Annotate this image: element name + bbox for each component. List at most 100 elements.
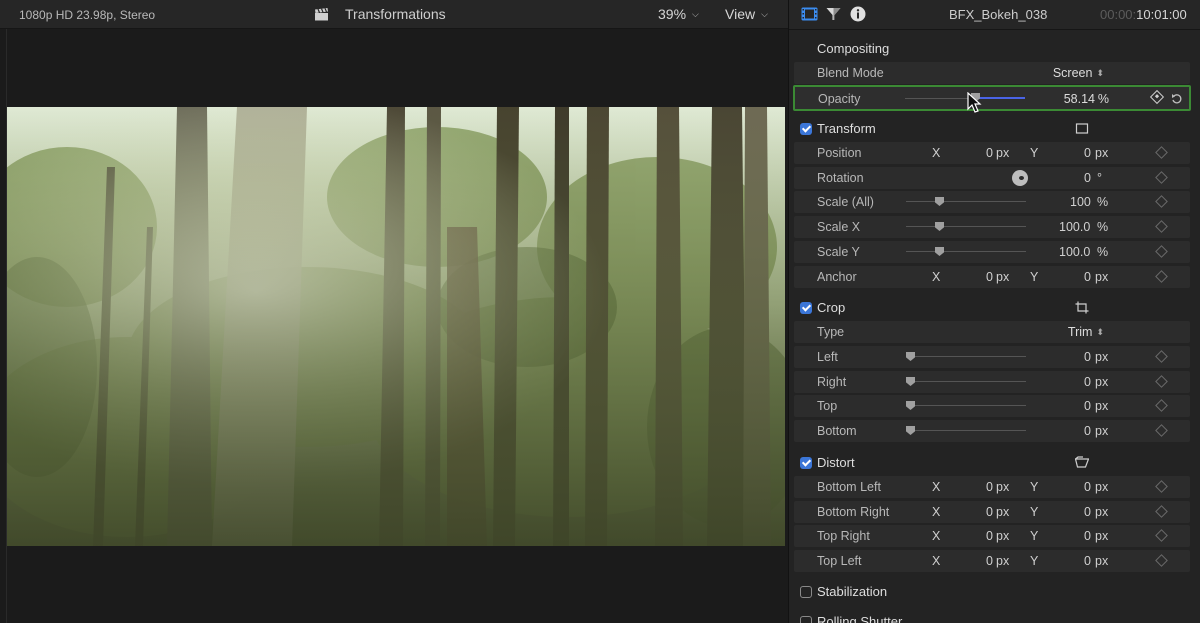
distort-x-label: X — [932, 505, 941, 519]
transform-section-header: Transform — [794, 117, 1189, 140]
filter-icon[interactable] — [826, 7, 841, 21]
scale-y-slider-track[interactable] — [906, 251, 1026, 252]
distort-y-value[interactable]: 0 — [1084, 480, 1091, 494]
crop-top-slider-knob[interactable] — [906, 401, 915, 410]
keyframe-icon[interactable] — [1155, 399, 1168, 412]
distort-x-label: X — [932, 480, 941, 494]
distort-x-value[interactable]: 0 — [986, 529, 993, 543]
opacity-value[interactable]: 58.14 — [1064, 92, 1095, 106]
crop-top-row: Top 0 px — [794, 395, 1190, 417]
keyframe-icon[interactable] — [1155, 480, 1168, 493]
rotation-value[interactable]: 0 — [1084, 171, 1091, 185]
distort-x-label: X — [932, 529, 941, 543]
transform-title: Transform — [817, 121, 876, 136]
distort-y-value[interactable]: 0 — [1084, 529, 1091, 543]
crop-right-value[interactable]: 0 — [1084, 375, 1091, 389]
crop-top-slider-track[interactable] — [906, 405, 1026, 406]
distort-onscreen-icon[interactable] — [1075, 456, 1089, 469]
stabilization-enable-checkbox[interactable] — [800, 586, 812, 598]
anchor-y-unit: px — [1095, 270, 1109, 284]
anchor-x-value[interactable]: 0 — [986, 270, 993, 284]
keyframe-icon[interactable] — [1155, 350, 1168, 363]
keyframe-icon[interactable] — [1155, 375, 1168, 388]
keyframe-icon[interactable] — [1155, 146, 1168, 159]
scale-x-slider-track[interactable] — [906, 226, 1026, 227]
distort-y-label: Y — [1030, 529, 1039, 543]
position-y-value[interactable]: 0 — [1084, 146, 1091, 160]
rotation-dial-icon[interactable] — [1012, 170, 1028, 186]
blend-mode-value: Screen — [1052, 66, 1093, 80]
distort-top-left-row: Top Left X 0 px Y 0 px — [794, 550, 1190, 572]
position-x-value[interactable]: 0 — [986, 146, 993, 160]
scale-x-slider-knob[interactable] — [935, 222, 944, 231]
crop-bottom-slider-track[interactable] — [906, 430, 1026, 431]
keyframe-icon[interactable] — [1155, 270, 1168, 283]
distort-y-value[interactable]: 0 — [1084, 505, 1091, 519]
distort-y-unit: px — [1095, 505, 1109, 519]
compositing-section-header[interactable]: Compositing — [794, 37, 1189, 60]
crop-type-row: Type Trim ⬍ — [794, 321, 1190, 343]
scale-all-slider-knob[interactable] — [935, 197, 944, 206]
mouse-cursor-icon — [967, 92, 982, 113]
blend-mode-popup[interactable]: Screen ⬍ — [1053, 66, 1104, 80]
zoom-value: 39% — [658, 6, 687, 22]
distort-y-unit: px — [1095, 529, 1109, 543]
position-y-unit: px — [1095, 146, 1109, 160]
opacity-row: Opacity 58.14 % — [793, 85, 1191, 111]
crop-bottom-label: Bottom — [817, 424, 857, 438]
scale-y-value[interactable]: 100.0 — [1059, 245, 1090, 259]
keyframe-icon[interactable] — [1155, 195, 1168, 208]
timecode-prefix: 00:00: — [1100, 7, 1137, 22]
distort-y-value[interactable]: 0 — [1084, 554, 1091, 568]
crop-bottom-slider-knob[interactable] — [906, 426, 915, 435]
keyframe-icon[interactable] — [1155, 245, 1168, 258]
chevron-down-icon: ⌵ — [761, 9, 768, 19]
scale-x-row: Scale X 100.0 % — [794, 216, 1190, 238]
crop-left-slider-track[interactable] — [906, 356, 1026, 357]
crop-right-slider-track[interactable] — [906, 381, 1026, 382]
scale-all-value[interactable]: 100 — [1070, 195, 1091, 209]
anchor-y-value[interactable]: 0 — [1084, 270, 1091, 284]
transform-onscreen-icon[interactable] — [1075, 122, 1089, 135]
keyframe-icon[interactable] — [1155, 171, 1168, 184]
crop-type-popup[interactable]: Trim ⬍ — [1068, 325, 1104, 339]
view-menu-dropdown[interactable]: View ⌵ — [725, 6, 768, 22]
distort-x-value[interactable]: 0 — [986, 505, 993, 519]
keyframe-icon[interactable] — [1155, 529, 1168, 542]
add-keyframe-icon[interactable] — [1149, 89, 1165, 105]
crop-right-label: Right — [817, 375, 847, 389]
scale-all-slider-track[interactable] — [906, 201, 1026, 202]
scale-y-label: Scale Y — [817, 245, 860, 259]
crop-right-unit: px — [1095, 375, 1109, 389]
opacity-label: Opacity — [818, 92, 861, 106]
keyframe-icon[interactable] — [1155, 424, 1168, 437]
crop-left-slider-knob[interactable] — [906, 352, 915, 361]
keyframe-icon[interactable] — [1155, 554, 1168, 567]
scale-x-value[interactable]: 100.0 — [1059, 220, 1090, 234]
scale-x-label: Scale X — [817, 220, 861, 234]
rolling-shutter-enable-checkbox[interactable] — [800, 616, 812, 623]
distort-enable-checkbox[interactable] — [800, 457, 812, 469]
distort-top-right-row: Top Right X 0 px Y 0 px — [794, 525, 1190, 547]
zoom-dropdown[interactable]: 39% ⌵ — [658, 6, 699, 22]
crop-left-value[interactable]: 0 — [1084, 350, 1091, 364]
crop-section-header: Crop — [794, 296, 1189, 319]
reset-icon[interactable] — [1171, 93, 1183, 105]
crop-type-label: Type — [817, 325, 845, 339]
crop-right-slider-knob[interactable] — [906, 377, 915, 386]
keyframe-icon[interactable] — [1155, 220, 1168, 233]
crop-enable-checkbox[interactable] — [800, 302, 812, 314]
distort-x-value[interactable]: 0 — [986, 480, 993, 494]
crop-top-value[interactable]: 0 — [1084, 399, 1091, 413]
info-icon[interactable] — [850, 6, 866, 22]
scale-y-slider-knob[interactable] — [935, 247, 944, 256]
anchor-x-unit: px — [996, 270, 1010, 284]
transform-enable-checkbox[interactable] — [800, 123, 812, 135]
distort-x-value[interactable]: 0 — [986, 554, 993, 568]
crop-bottom-value[interactable]: 0 — [1084, 424, 1091, 438]
anchor-label: Anchor — [817, 270, 857, 284]
crop-onscreen-icon[interactable] — [1075, 301, 1089, 314]
video-frame[interactable] — [7, 107, 785, 546]
film-strip-icon[interactable] — [801, 7, 818, 21]
keyframe-icon[interactable] — [1155, 505, 1168, 518]
